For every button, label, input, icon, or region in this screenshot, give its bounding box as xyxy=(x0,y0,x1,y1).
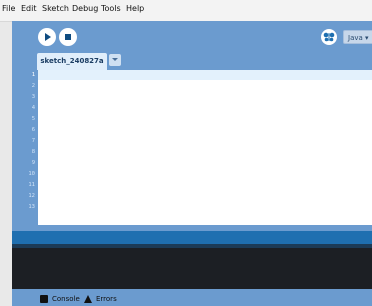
line-number: 9 xyxy=(31,160,35,166)
tab-sketch[interactable]: sketch_240827a xyxy=(37,53,107,70)
line-number: 6 xyxy=(31,127,35,133)
line-number: 7 xyxy=(31,138,35,144)
butterfly-icon xyxy=(323,32,335,42)
menu-file[interactable]: File xyxy=(2,4,15,13)
window-left-border xyxy=(0,21,12,306)
errors-tab-label: Errors xyxy=(96,294,117,303)
message-area xyxy=(12,231,372,244)
line-number: 3 xyxy=(31,94,35,100)
mode-selector[interactable]: Java ▾ xyxy=(343,30,372,44)
stop-icon xyxy=(65,34,71,40)
menu-sketch[interactable]: Sketch xyxy=(42,4,69,13)
chevron-down-icon xyxy=(112,58,118,61)
app-window: File Edit Sketch Debug Tools Help Java ▾… xyxy=(0,0,372,306)
run-button[interactable] xyxy=(38,28,56,46)
line-number: 4 xyxy=(31,105,35,111)
errors-tab[interactable]: Errors xyxy=(84,293,117,304)
console-tab-label: Console xyxy=(52,294,80,303)
line-number: 8 xyxy=(31,149,35,155)
main-area: Java ▾ sketch_240827a 1 2 3 4 5 6 7 8 9 … xyxy=(12,21,372,306)
code-editor[interactable]: 1 2 3 4 5 6 7 8 9 10 11 12 13 xyxy=(24,70,372,225)
menu-bar: File Edit Sketch Debug Tools Help xyxy=(0,0,372,22)
line-number: 1 xyxy=(31,72,35,78)
line-number-gutter: 1 2 3 4 5 6 7 8 9 10 11 12 13 xyxy=(24,70,38,225)
line-number: 2 xyxy=(31,83,35,89)
console-icon xyxy=(40,294,48,303)
warning-icon xyxy=(84,294,92,303)
line-number: 12 xyxy=(28,193,35,199)
current-line-highlight xyxy=(38,70,372,80)
menu-debug[interactable]: Debug xyxy=(72,4,98,13)
debugger-button[interactable] xyxy=(321,29,337,45)
stop-button[interactable] xyxy=(59,28,77,46)
line-number: 13 xyxy=(28,204,35,210)
play-icon xyxy=(45,33,51,41)
line-number: 11 xyxy=(28,182,35,188)
toolbar: Java ▾ xyxy=(12,21,372,55)
console-tab[interactable]: Console xyxy=(40,293,80,304)
tab-menu-button[interactable] xyxy=(109,54,121,66)
menu-tools[interactable]: Tools xyxy=(101,4,121,13)
menu-help[interactable]: Help xyxy=(126,4,144,13)
menu-edit[interactable]: Edit xyxy=(21,4,37,13)
line-number: 5 xyxy=(31,116,35,122)
line-number: 10 xyxy=(28,171,35,177)
